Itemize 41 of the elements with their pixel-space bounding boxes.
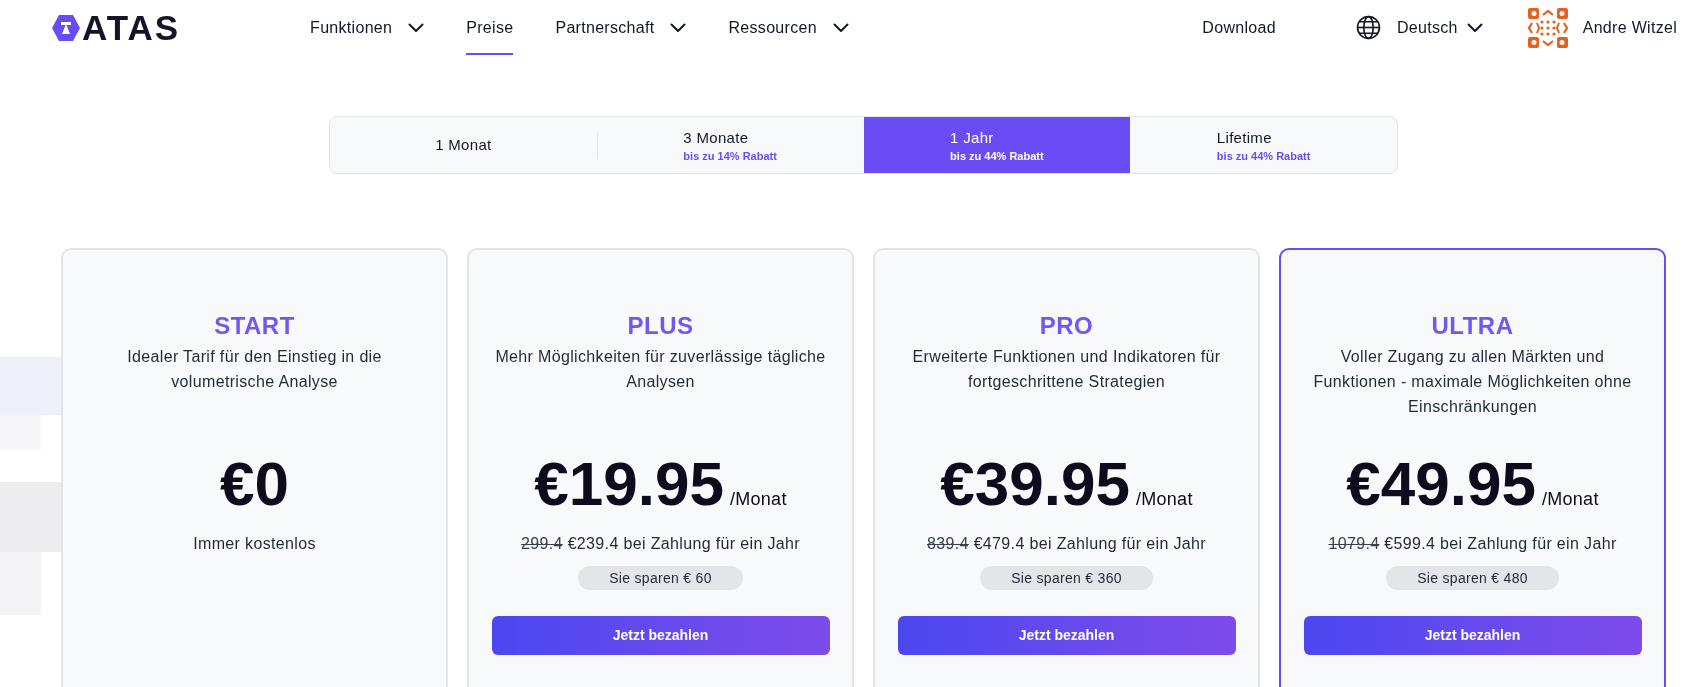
chevron-down-icon <box>1466 22 1483 33</box>
logo-icon <box>51 13 81 42</box>
savings-badge: Sie sparen € 480 <box>1386 566 1559 590</box>
yearly-price-text: 839.4 €479.4 bei Zahlung für ein Jahr <box>927 534 1206 554</box>
plan-name: PLUS <box>627 312 694 340</box>
plan-name: PRO <box>1039 312 1094 340</box>
plan-description: Mehr Möglichkeiten für zuverlässige tägliche Analysen <box>494 347 827 392</box>
nav-link[interactable]: Ressourcen <box>728 0 849 55</box>
billing-tab[interactable]: Lifetime bis zu 44% Rabatt <box>1130 117 1397 173</box>
price-period: /Monat <box>729 488 787 511</box>
billing-tab[interactable]: 1 Monat <box>330 117 597 173</box>
billing-tab[interactable]: 1 Jahr bis zu 44% Rabatt <box>863 117 1131 173</box>
plan-note: Immer kostenlos <box>193 534 316 554</box>
download-link[interactable]: Download <box>1202 15 1276 40</box>
plan-description: Erweiterte Funktionen und Indikatoren für fortgeschrittene Strategien <box>911 347 1222 392</box>
plan-description: Voller Zugang zu allen Märkten und Funktionen - maximale Möglichkeiten ohne Einschränkungen <box>1312 347 1633 417</box>
avatar-icon <box>1527 7 1568 48</box>
plan-price: €0 <box>220 452 289 516</box>
savings-badge: Sie sparen € 60 <box>578 566 743 590</box>
plan-price: €19.95 <box>534 452 724 516</box>
yearly-price-text: 1079.4 €599.4 bei Zahlung für ein Jahr <box>1328 534 1617 554</box>
globe-icon <box>1355 15 1381 40</box>
savings-badge: Sie sparen € 360 <box>980 566 1153 590</box>
price-period: /Monat <box>1135 488 1193 511</box>
price-period: /Monat <box>1541 488 1599 511</box>
plan-price: €39.95 <box>940 452 1130 516</box>
plan-description: Idealer Tarif für den Einstieg in die volumetrische Analyse <box>126 347 383 392</box>
language-selector[interactable]: Deutsch <box>1355 15 1483 40</box>
logo-text[interactable]: ATAS <box>82 12 181 43</box>
pay-button[interactable]: Jetzt bezahlen <box>1303 616 1642 655</box>
billing-tab[interactable]: 3 Monate bis zu 14% Rabatt <box>596 117 864 173</box>
plan-price: €49.95 <box>1346 452 1536 516</box>
yearly-price-text: 299.4 €239.4 bei Zahlung für ein Jahr <box>521 534 800 554</box>
plan-name: START <box>214 312 295 340</box>
nav-link[interactable]: Preise <box>466 0 514 55</box>
nav-link[interactable]: Funktionen <box>310 0 425 55</box>
plan-name: ULTRA <box>1431 312 1514 340</box>
pay-button[interactable]: Jetzt bezahlen <box>491 616 830 655</box>
nav-link[interactable]: Partnerschaft <box>555 0 687 55</box>
user-menu[interactable]: Andre Witzel <box>1527 7 1677 48</box>
pay-button[interactable]: Jetzt bezahlen <box>897 616 1236 655</box>
